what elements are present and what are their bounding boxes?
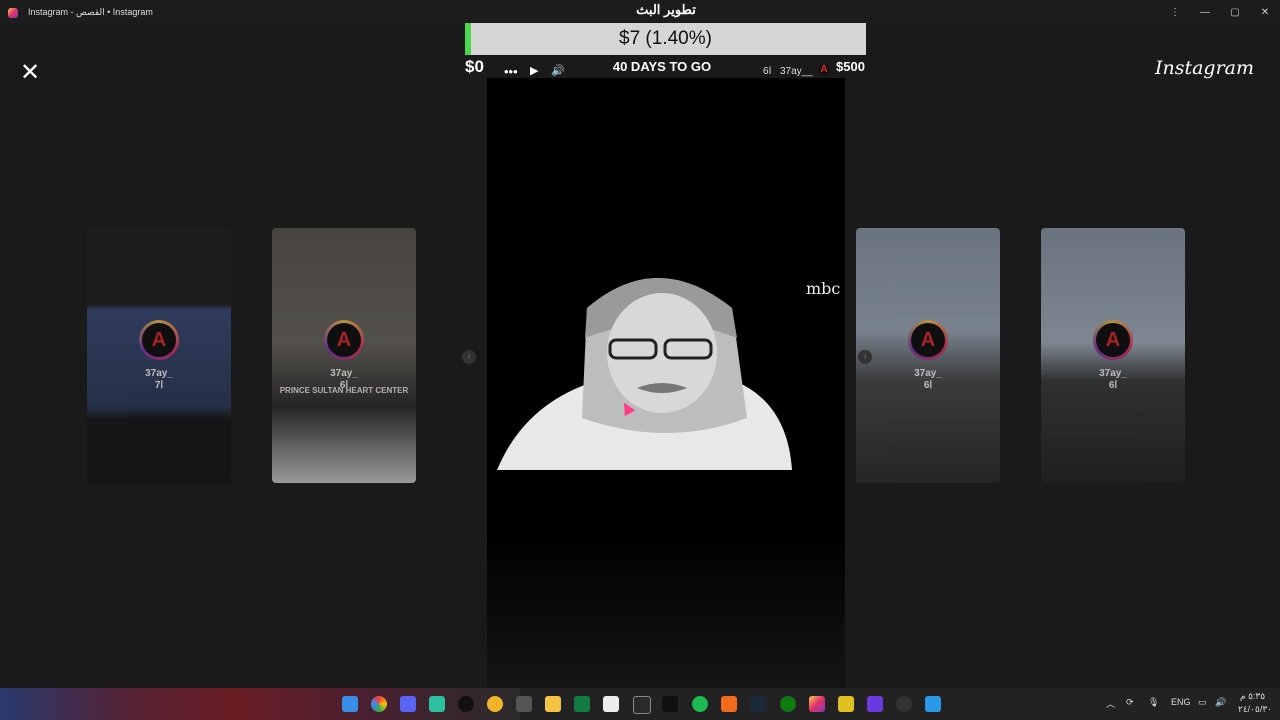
app-white-icon[interactable] — [603, 696, 619, 712]
app-orange-2-icon[interactable] — [721, 696, 737, 712]
display-icon[interactable]: ▭ — [1198, 697, 1207, 708]
side-story-2[interactable]: A 37ay_ 6ا PRINCE SULTAN HEART CENTER — [272, 228, 416, 483]
more-icon[interactable]: ⋮ — [1160, 0, 1190, 26]
instagram-taskbar-icon[interactable] — [809, 696, 825, 712]
close-viewer-button[interactable]: ✕ — [20, 61, 40, 85]
capcut-icon[interactable] — [662, 696, 678, 712]
maximize-button[interactable]: ▢ — [1220, 0, 1250, 26]
app-g-icon[interactable] — [896, 696, 912, 712]
minimize-button[interactable]: — — [1190, 0, 1220, 26]
clock-date[interactable]: ٢٤/٠٥/٣٠ — [1238, 704, 1272, 715]
story-time: 7ا — [154, 380, 164, 391]
instagram-app-icon — [8, 8, 18, 18]
previous-story-arrow[interactable]: ‹ — [462, 350, 476, 364]
clock-time[interactable]: ٥:٣٥ م — [1240, 691, 1265, 702]
close-window-button[interactable]: ✕ — [1250, 0, 1280, 26]
story-caption: PRINCE SULTAN HEART CENTER — [279, 386, 409, 395]
volume-icon[interactable]: 🔊 — [1215, 697, 1226, 708]
side-story-3[interactable]: A 37ay_ 6ا — [856, 228, 1000, 483]
app-yellow-icon[interactable] — [838, 696, 854, 712]
story-username: 37ay_ — [914, 368, 942, 379]
goal-amount: $7 (1.40%) — [619, 28, 712, 49]
instagram-logo[interactable]: Instagram — [1155, 57, 1254, 79]
stream-title: تطوير البث — [636, 2, 696, 17]
story-photo-image — [487, 248, 845, 470]
xbox-icon[interactable] — [780, 696, 796, 712]
story-time: 6ا — [923, 380, 933, 391]
app-grey-icon[interactable] — [516, 696, 532, 712]
goal-progress-bar: $7 (1.40%) — [465, 23, 866, 55]
main-story[interactable] — [487, 78, 845, 688]
side-story-1[interactable]: A 37ay_ 7ا — [87, 228, 231, 483]
side-story-4[interactable]: A 37ay_ 6ا — [1041, 228, 1185, 483]
discord-icon[interactable] — [400, 696, 416, 712]
github-icon[interactable] — [458, 696, 474, 712]
avatar: A — [908, 320, 948, 360]
steam-icon[interactable] — [750, 696, 766, 712]
story-time: 6ا — [1108, 380, 1118, 391]
mic-icon[interactable]: 🎙 — [1148, 697, 1159, 708]
avatar: A — [324, 320, 364, 360]
file-explorer-icon[interactable] — [545, 696, 561, 712]
mbc-watermark: mbc — [806, 279, 841, 298]
windows-start-icon[interactable] — [342, 696, 358, 712]
story-username: 37ay_ — [1099, 368, 1127, 379]
story-username: 37ay_ — [145, 368, 173, 379]
goal-max: $500 — [836, 59, 865, 74]
spotify-icon[interactable] — [692, 696, 708, 712]
story-username: 37ay_ — [330, 368, 358, 379]
story-photo — [487, 248, 845, 470]
window-title: Instagram - القصص • Instagram — [28, 7, 153, 17]
next-story-arrow[interactable]: › — [858, 350, 872, 364]
app-blue-icon[interactable] — [925, 696, 941, 712]
window-controls: ⋮ — ▢ ✕ — [1160, 0, 1280, 26]
epic-games-icon[interactable] — [633, 696, 651, 714]
app-purple-icon[interactable] — [867, 696, 883, 712]
network-icon[interactable]: ⟳ — [1126, 697, 1134, 708]
app-green-icon[interactable] — [429, 696, 445, 712]
excel-icon[interactable] — [574, 696, 590, 712]
avatar: A — [1093, 320, 1133, 360]
language-indicator[interactable]: ENG — [1171, 697, 1191, 707]
app-orange-icon[interactable] — [487, 696, 503, 712]
avatar: A — [139, 320, 179, 360]
tray-chevron-icon[interactable]: ︿ — [1106, 697, 1115, 710]
days-left: 40 DAYS TO GO — [612, 59, 712, 74]
chrome-icon[interactable] — [371, 696, 387, 712]
